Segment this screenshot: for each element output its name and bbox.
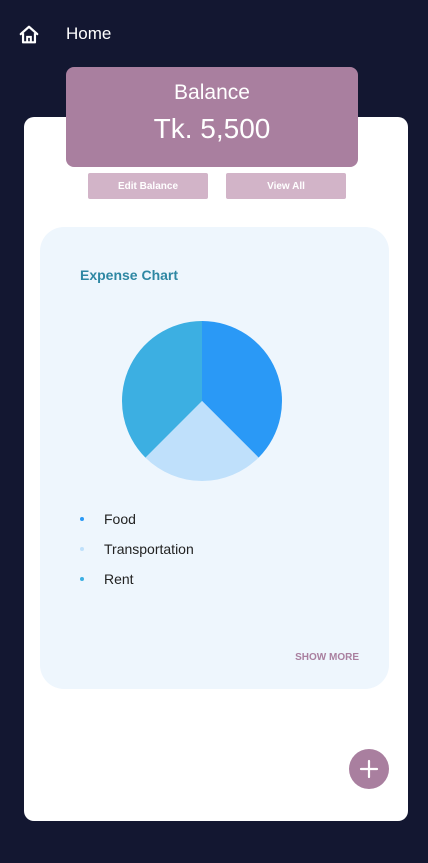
expense-chart-panel: Expense Chart Food Transportation Rent SHO… — [40, 227, 389, 689]
home-icon[interactable] — [18, 24, 40, 46]
legend-dot — [80, 517, 84, 521]
legend-dot — [80, 577, 84, 581]
plus-icon — [359, 759, 379, 779]
page-title: Home — [66, 24, 112, 43]
view-all-button[interactable]: View All — [226, 173, 346, 199]
edit-balance-button[interactable]: Edit Balance — [88, 173, 208, 199]
main-card: Expense Chart Food Transportation Rent SHO… — [24, 117, 408, 821]
show-more-link[interactable]: SHOW MORE — [295, 652, 359, 663]
legend-dot — [80, 547, 84, 551]
balance-label: Balance — [174, 81, 250, 104]
expense-pie-chart — [122, 321, 282, 481]
balance-card: Balance Tk. 5,500 — [66, 67, 358, 167]
legend-label: Transportation — [104, 541, 194, 557]
legend-label: Rent — [104, 571, 134, 587]
balance-value: Tk. 5,500 — [153, 113, 271, 144]
legend-label: Food — [104, 511, 136, 527]
chart-title: Expense Chart — [80, 267, 179, 283]
add-expense-button[interactable] — [349, 749, 389, 789]
top-bar: Home — [0, 0, 428, 68]
